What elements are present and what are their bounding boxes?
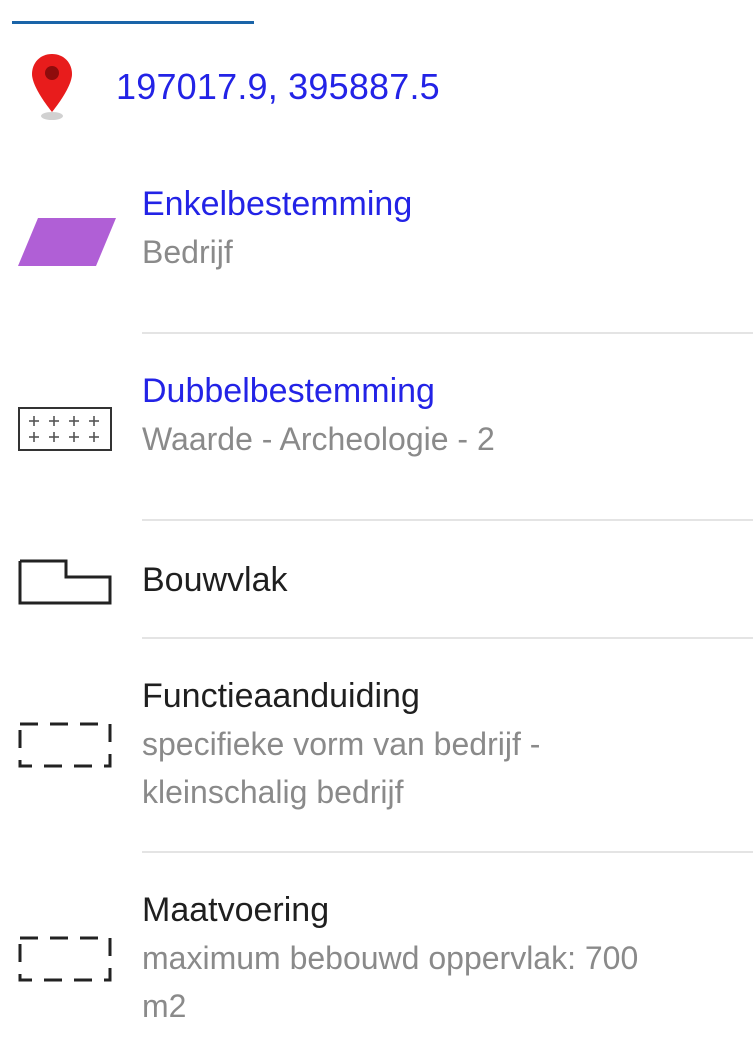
divider — [142, 519, 753, 521]
bouwvlak-outline-icon — [18, 559, 112, 605]
functieaanduiding-dashed-icon — [18, 722, 112, 768]
dubbelbestemming-subtitle: Waarde - Archeologie - 2 — [142, 421, 495, 457]
enkelbestemming-subtitle: Bedrijf — [142, 234, 233, 270]
functieaanduiding-title: Functieaanduiding — [142, 677, 420, 715]
bouwvlak-title: Bouwvlak — [142, 561, 288, 599]
divider — [142, 637, 753, 639]
active-tab-underline — [12, 21, 254, 24]
maatvoering-title: Maatvoering — [142, 891, 330, 929]
map-pin-icon — [32, 54, 72, 120]
maatvoering-subtitle-line2: m2 — [142, 988, 187, 1024]
divider — [142, 851, 753, 853]
coordinates-link[interactable]: 197017.9, 395887.5 — [116, 67, 440, 107]
divider — [142, 332, 753, 334]
maatvoering-subtitle-line1: maximum bebouwd oppervlak: 700 — [142, 940, 639, 976]
dubbelbestemming-crosshatch-icon — [18, 407, 112, 451]
functieaanduiding-subtitle-line1: specifieke vorm van bedrijf - — [142, 726, 541, 762]
enkelbestemming-swatch-icon — [18, 218, 116, 266]
functieaanduiding-subtitle-line2: kleinschalig bedrijf — [142, 774, 404, 810]
location-row: 197017.9, 395887.5 — [28, 52, 440, 122]
enkelbestemming-title[interactable]: Enkelbestemming — [142, 180, 412, 228]
maatvoering-dashed-icon — [18, 936, 112, 982]
dubbelbestemming-title[interactable]: Dubbelbestemming — [142, 367, 495, 415]
